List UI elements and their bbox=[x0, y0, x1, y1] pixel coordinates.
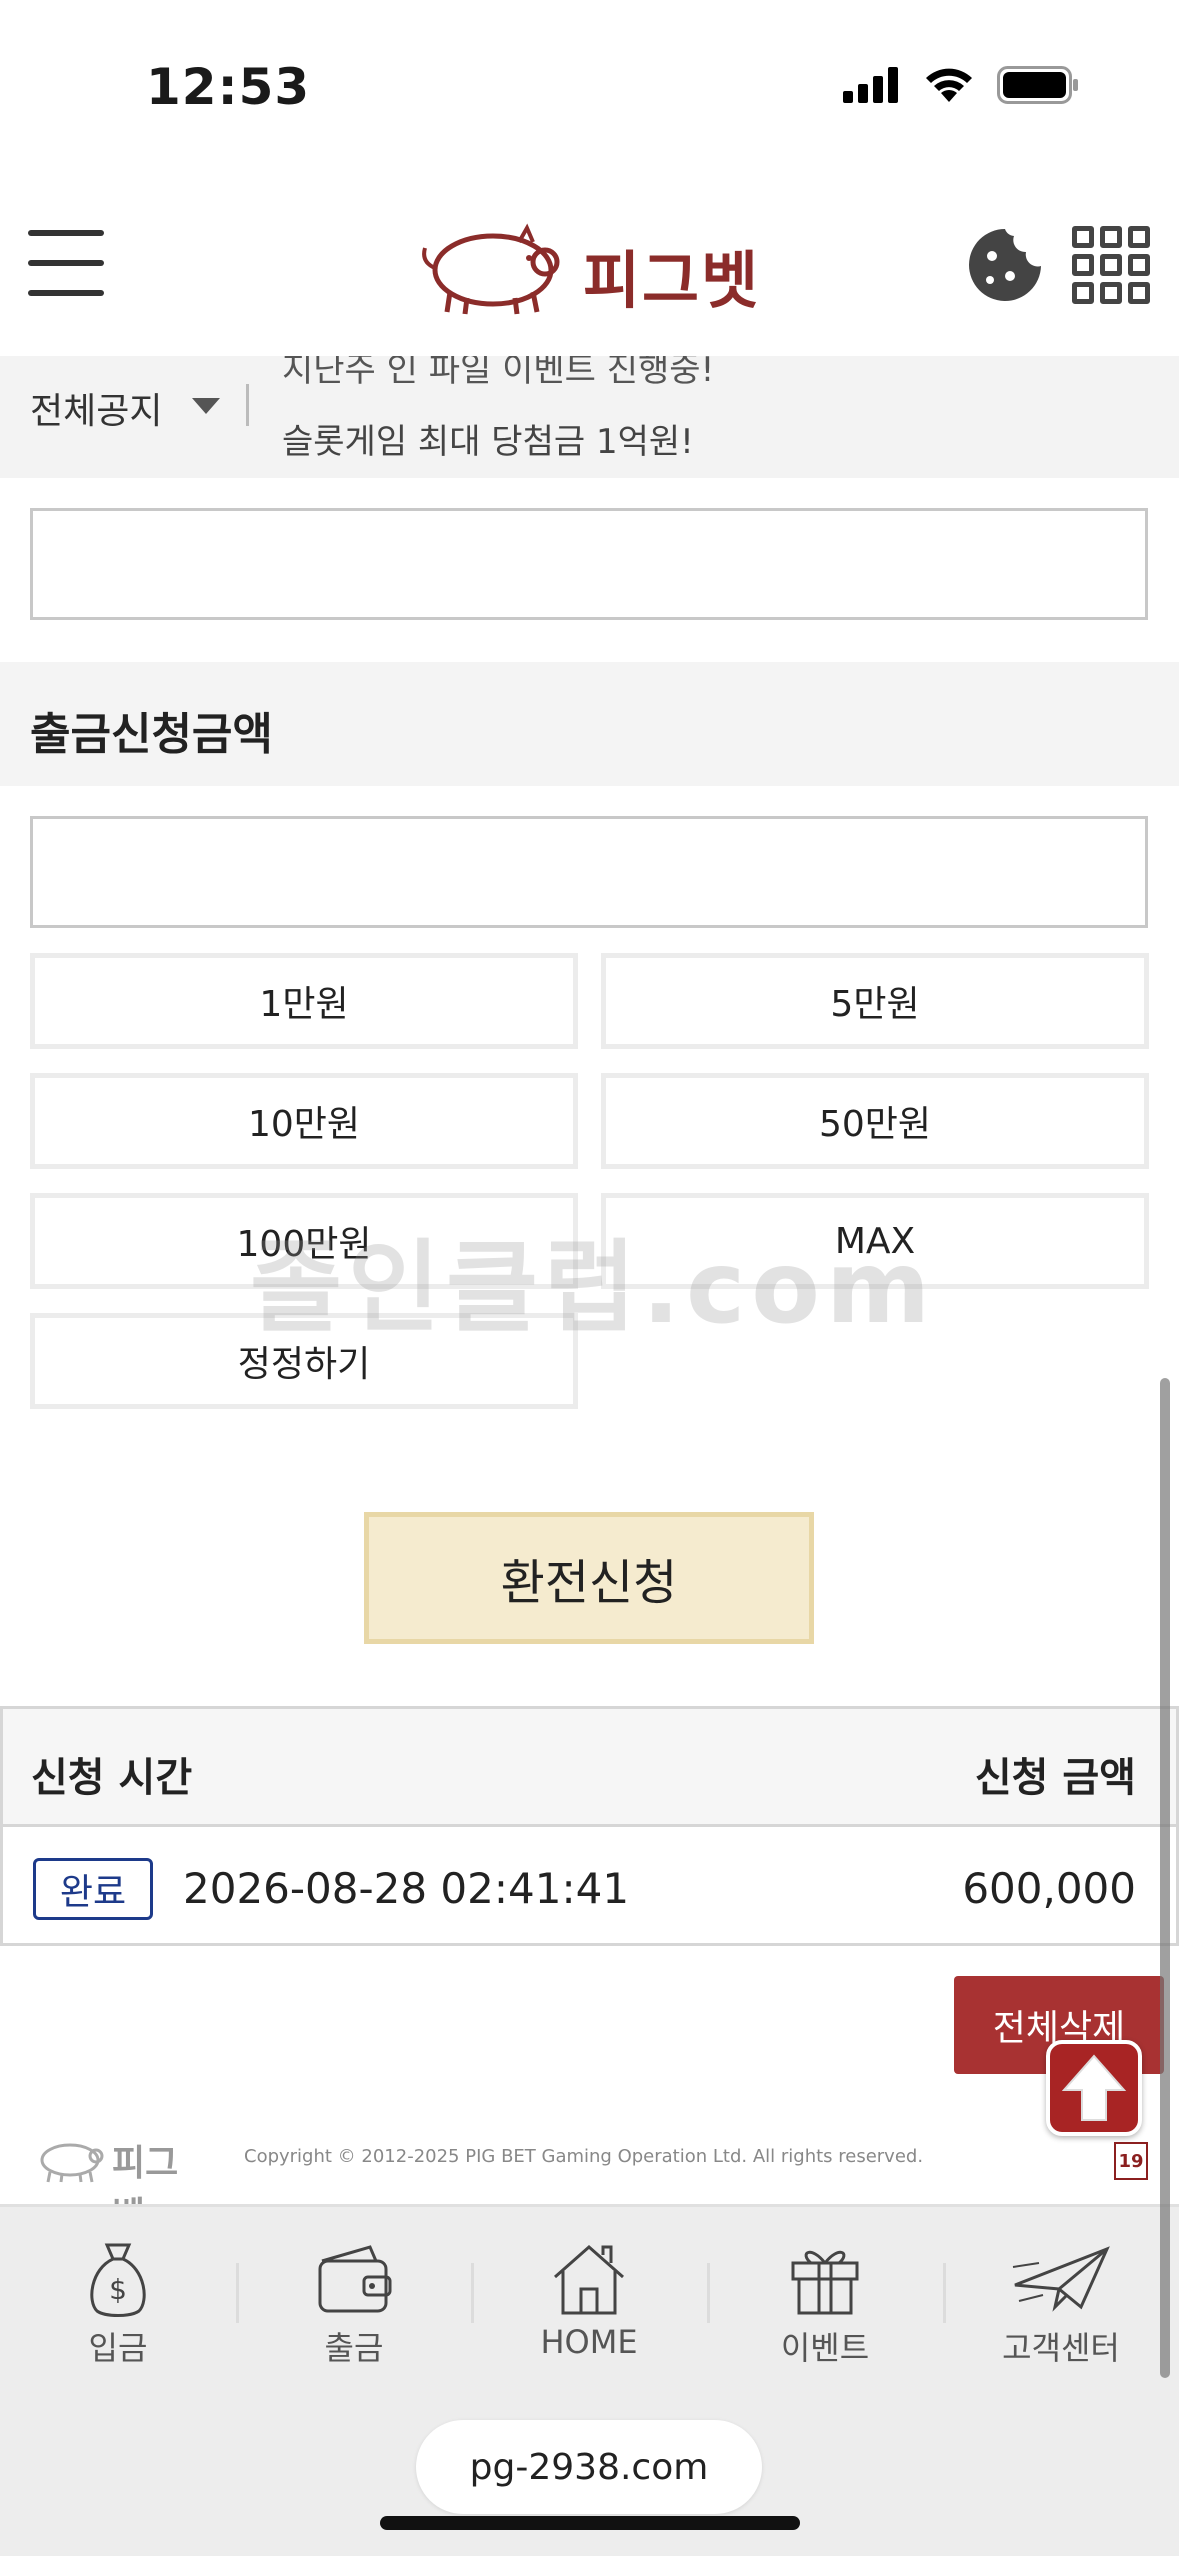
status-bar: 12:53 bbox=[0, 0, 1179, 170]
nav-label-home: HOME bbox=[540, 2323, 638, 2361]
withdraw-amount-input[interactable] bbox=[30, 816, 1148, 928]
nav-item-support[interactable]: 고객센터 bbox=[943, 2241, 1179, 2381]
account-input-field[interactable] bbox=[30, 508, 1148, 620]
amount-button-10k[interactable]: 1만원 bbox=[30, 953, 578, 1049]
column-header-amount: 신청 금액 bbox=[974, 1755, 1136, 1801]
gift-icon bbox=[791, 2250, 859, 2315]
reset-amount-button[interactable]: 정정하기 bbox=[30, 1313, 578, 1409]
apps-grid-icon[interactable] bbox=[1072, 226, 1150, 304]
home-icon bbox=[554, 2244, 624, 2315]
signal-icon bbox=[843, 67, 898, 103]
nav-item-home[interactable]: HOME bbox=[471, 2241, 707, 2381]
table-row: 완료 2026-08-28 02:41:41 600,000 bbox=[3, 1830, 1176, 1946]
copyright-text: Copyright © 2012-2025 PIG BET Gaming Ope… bbox=[244, 2146, 924, 2167]
column-header-time: 신청 시간 bbox=[31, 1755, 193, 1801]
notice-divider bbox=[246, 384, 249, 426]
age-restriction-icon: 19 bbox=[1114, 2142, 1148, 2180]
amount-button-50k[interactable]: 5만원 bbox=[601, 953, 1149, 1049]
battery-icon bbox=[997, 66, 1078, 104]
notice-bar: 전체공지 지난주 인 파일 이벤트 진행중! 슬롯게임 최대 당첨금 1억원! bbox=[0, 356, 1179, 478]
row-amount: 600,000 bbox=[962, 1864, 1136, 1913]
paper-plane-icon bbox=[1012, 2246, 1110, 2312]
nav-item-withdraw[interactable]: 출금 bbox=[236, 2241, 472, 2381]
status-icons bbox=[843, 66, 1079, 104]
nav-label-event: 이벤트 bbox=[780, 2329, 870, 2367]
footer-logo: 피그벳 bbox=[30, 2134, 210, 2236]
notice-text[interactable]: 슬롯게임 최대 당첨금 1억원! bbox=[282, 414, 694, 463]
row-time: 2026-08-28 02:41:41 bbox=[183, 1864, 630, 1913]
notice-previous-text: 지난주 인 파일 이벤트 진행중! bbox=[282, 356, 715, 390]
amount-button-500k[interactable]: 50만원 bbox=[601, 1073, 1149, 1169]
scroll-to-top-button[interactable] bbox=[1046, 2040, 1142, 2136]
pig-logo-icon bbox=[40, 2143, 104, 2183]
nav-label-support: 고객센터 bbox=[1002, 2329, 1120, 2367]
notice-label[interactable]: 전체공지 bbox=[30, 382, 162, 434]
amount-button-100k[interactable]: 10만원 bbox=[30, 1073, 578, 1169]
withdraw-history-table: 신청 시간 신청 금액 완료 2026-08-28 02:41:41 600,0… bbox=[0, 1706, 1179, 1946]
nav-label-withdraw: 출금 bbox=[324, 2329, 384, 2367]
pig-logo-icon bbox=[422, 223, 560, 315]
site-footer: 피그벳 Copyright © 2012-2025 PIG BET Gaming… bbox=[0, 2128, 1179, 2236]
cookie-icon[interactable] bbox=[966, 226, 1044, 304]
svg-text:$: $ bbox=[109, 2273, 127, 2306]
nav-item-deposit[interactable]: $ 입금 bbox=[0, 2241, 236, 2381]
wallet-icon bbox=[318, 2245, 392, 2313]
page-scrollbar[interactable] bbox=[1160, 1378, 1170, 2378]
site-logo[interactable]: 피그벳 bbox=[405, 208, 775, 318]
withdraw-submit-button[interactable]: 환전신청 bbox=[364, 1512, 814, 1644]
home-indicator[interactable] bbox=[380, 2516, 800, 2530]
arrow-up-icon bbox=[1061, 2054, 1127, 2121]
amount-button-1m[interactable]: 100만원 bbox=[30, 1193, 578, 1289]
caret-down-icon[interactable] bbox=[192, 398, 220, 414]
status-badge: 완료 bbox=[33, 1858, 153, 1920]
section-title: 출금신청금액 bbox=[30, 709, 273, 760]
wifi-icon bbox=[926, 68, 972, 102]
browser-url-bar[interactable]: pg-2938.com bbox=[416, 2420, 762, 2514]
amount-button-max[interactable]: MAX bbox=[601, 1193, 1149, 1289]
nav-label-deposit: 입금 bbox=[88, 2329, 148, 2367]
table-header: 신청 시간 신청 금액 bbox=[3, 1709, 1176, 1827]
nav-item-event[interactable]: 이벤트 bbox=[707, 2241, 943, 2381]
status-time: 12:53 bbox=[146, 58, 311, 116]
site-header: 피그벳 bbox=[0, 170, 1179, 356]
hamburger-menu-icon[interactable] bbox=[28, 230, 104, 300]
logo-text: 피그벳 bbox=[583, 244, 761, 317]
money-bag-icon: $ bbox=[90, 2243, 146, 2317]
withdraw-amount-header: 출금신청금액 bbox=[0, 662, 1179, 786]
